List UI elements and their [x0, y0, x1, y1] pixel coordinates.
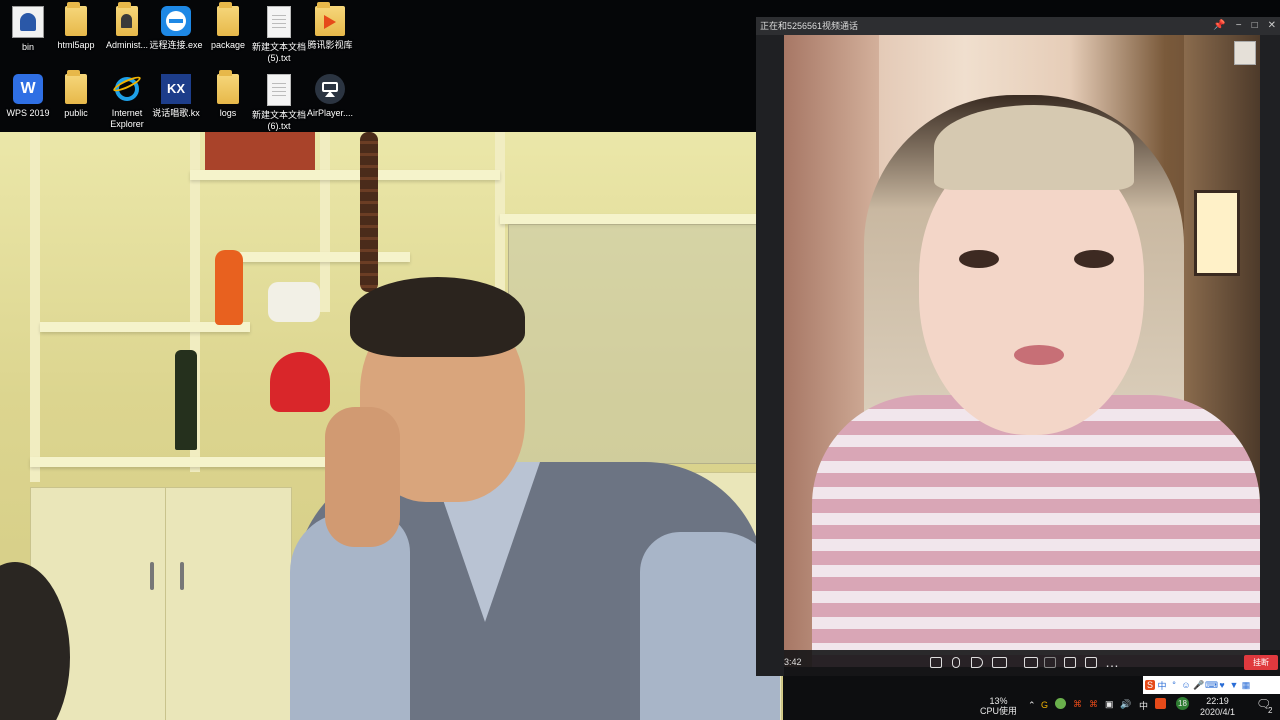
- desktop-icon-html5app[interactable]: html5app: [48, 2, 104, 51]
- camera-off-icon[interactable]: [992, 657, 1007, 668]
- microphone-icon[interactable]: [952, 657, 960, 668]
- app-tray-icon-3[interactable]: ⌘: [1089, 699, 1098, 710]
- teamviewer-icon: [161, 6, 191, 36]
- desktop-icon-public[interactable]: public: [48, 70, 104, 119]
- kx-icon: KX: [161, 74, 191, 104]
- record-icon[interactable]: [1044, 657, 1056, 668]
- local-camera-preview: [0, 132, 783, 720]
- sogou-logo-icon: S: [1145, 680, 1155, 690]
- desktop-icon-package[interactable]: package: [200, 2, 256, 51]
- keyboard-icon[interactable]: ⌨: [1205, 680, 1218, 691]
- google-icon[interactable]: G: [1041, 700, 1048, 710]
- desktop-icon-administrator[interactable]: Administ...: [99, 2, 155, 51]
- cpu-label: CPU使用: [980, 706, 1018, 716]
- volume-icon[interactable]: 🔊: [1120, 699, 1131, 710]
- pin-icon[interactable]: 📌: [1213, 17, 1225, 35]
- user-folder-icon: [12, 6, 44, 38]
- speaker-icon[interactable]: [971, 657, 983, 668]
- desktop: bin html5app Administ... 远程连接.exe packag…: [0, 0, 1280, 720]
- text-file-icon: [267, 6, 291, 38]
- wps-icon: W: [13, 74, 43, 104]
- cpu-percent: 13%: [989, 696, 1008, 706]
- more-icon[interactable]: …: [1105, 654, 1119, 670]
- hangup-button[interactable]: 挂断: [1244, 655, 1278, 670]
- video-call-window: 正在和5256561视频通话 📌 − □ ✕ 3:42 … 挂断: [756, 17, 1280, 676]
- app-tray-icon-2[interactable]: ⌘: [1073, 699, 1082, 710]
- shirt-icon[interactable]: ▼: [1229, 680, 1239, 690]
- user-folder-icon: [116, 2, 138, 36]
- cpu-usage-widget[interactable]: 13% CPU使用: [980, 696, 1017, 716]
- desktop-icon-remote-connect[interactable]: 远程连接.exe: [148, 6, 204, 51]
- folder-icon: [217, 70, 239, 104]
- text-file-icon: [267, 74, 291, 106]
- call-control-bar: 3:42 … 挂断: [784, 650, 1280, 676]
- video-folder-icon: [315, 2, 345, 36]
- call-elapsed-time: 3:42: [784, 657, 802, 667]
- app-tray-icon-4[interactable]: ▣: [1105, 699, 1114, 710]
- app-tray-icon[interactable]: [1055, 698, 1066, 709]
- remote-video: [784, 35, 1260, 667]
- ime-mode[interactable]: 中: [1157, 679, 1167, 692]
- ie-icon: [111, 74, 143, 104]
- minimize-icon[interactable]: −: [1236, 17, 1242, 35]
- desktop-icon-kx[interactable]: KX 说话唱歌.kx: [148, 74, 204, 119]
- chat-icon[interactable]: [930, 657, 942, 668]
- snapshot-icon[interactable]: [1024, 657, 1038, 668]
- desktop-icon-textfile-5[interactable]: 新建文本文档 (5).txt: [251, 6, 307, 64]
- call-title: 正在和5256561视频通话: [760, 21, 859, 31]
- mic-icon[interactable]: 🎤: [1193, 680, 1204, 691]
- show-hidden-icons-icon[interactable]: ⌃: [1028, 700, 1036, 711]
- ime-indicator[interactable]: 中: [1139, 699, 1148, 712]
- menu-grid-icon[interactable]: ▦: [1241, 680, 1251, 691]
- desktop-icon-internet-explorer[interactable]: Internet Explorer: [99, 74, 155, 130]
- clock-time: 22:19: [1206, 696, 1229, 706]
- desktop-icon-airplayer[interactable]: AirPlayer....: [302, 74, 358, 119]
- folder-icon: [65, 70, 87, 104]
- airplay-icon: [315, 74, 345, 104]
- maximize-icon[interactable]: □: [1252, 17, 1258, 35]
- punctuation-icon[interactable]: °: [1169, 680, 1179, 690]
- close-icon[interactable]: ✕: [1268, 17, 1276, 35]
- clock[interactable]: 22:19 2020/4/1: [1200, 696, 1235, 718]
- call-title-bar[interactable]: 正在和5256561视频通话 📌 − □ ✕: [756, 17, 1280, 35]
- skin-icon[interactable]: ♥: [1217, 680, 1227, 690]
- sogou-icon[interactable]: [1155, 698, 1166, 709]
- share-icon[interactable]: [1085, 657, 1097, 668]
- security-badge-icon[interactable]: 18: [1176, 697, 1189, 710]
- folder-icon: [217, 2, 239, 36]
- desktop-icon-tencent-video[interactable]: 腾讯影视库: [302, 2, 358, 51]
- desktop-icon-logs[interactable]: logs: [200, 70, 256, 119]
- layout-icon[interactable]: [1064, 657, 1076, 668]
- folder-icon: [65, 2, 87, 36]
- ime-toolbar[interactable]: S 中 ° ☺ 🎤 ⌨ ♥ ▼ ▦: [1143, 676, 1280, 694]
- clock-date: 2020/4/1: [1200, 707, 1236, 717]
- desktop-icon-textfile-6[interactable]: 新建文本文档 (6).txt: [251, 74, 307, 132]
- emoji-icon[interactable]: ☺: [1181, 680, 1191, 690]
- notification-count: 2: [1268, 706, 1273, 715]
